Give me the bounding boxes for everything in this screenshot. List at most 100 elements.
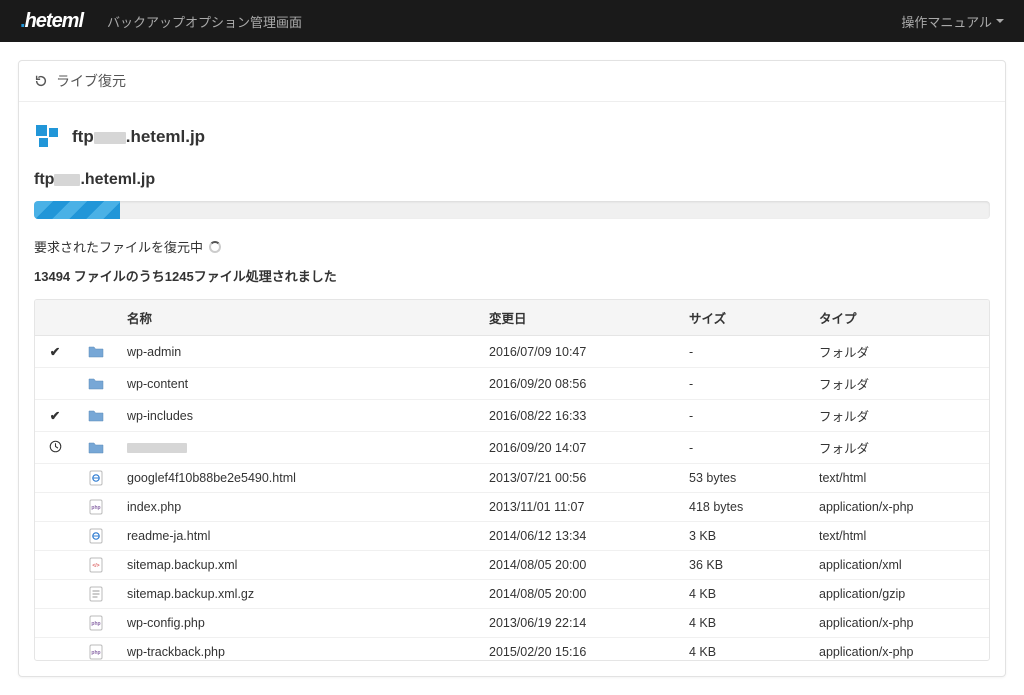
folder-icon — [88, 408, 104, 424]
row-size: 4 KB — [679, 580, 809, 609]
col-name-header[interactable]: 名称 — [117, 300, 479, 336]
row-type: application/xml — [809, 551, 989, 580]
row-status — [35, 464, 75, 493]
row-date: 2014/08/05 20:00 — [479, 580, 679, 609]
server-row: ftp.heteml.jp — [34, 123, 990, 151]
check-icon: ✔ — [50, 409, 60, 423]
row-status — [35, 638, 75, 661]
row-size: 4 KB — [679, 609, 809, 638]
clock-icon — [49, 442, 62, 456]
row-date: 2013/11/01 11:07 — [479, 493, 679, 522]
row-type: フォルダ — [809, 368, 989, 400]
svg-text:</>: </> — [92, 563, 99, 569]
row-date: 2014/06/12 13:34 — [479, 522, 679, 551]
row-type: application/x-php — [809, 493, 989, 522]
xml-icon: </> — [88, 557, 104, 573]
row-name: sitemap.backup.xml.gz — [117, 580, 479, 609]
folder-icon — [88, 440, 104, 456]
table-row[interactable]: 2016/09/20 14:07-フォルダ — [35, 432, 989, 464]
svg-text:php: php — [91, 505, 100, 511]
row-type: フォルダ — [809, 336, 989, 368]
row-type: フォルダ — [809, 432, 989, 464]
table-row[interactable]: ✔wp-includes2016/08/22 16:33-フォルダ — [35, 400, 989, 432]
table-row[interactable]: php index.php2013/11/01 11:07418 bytesapp… — [35, 493, 989, 522]
progress-bar — [34, 201, 990, 219]
server-title: ftp.heteml.jp — [72, 127, 205, 147]
check-icon: ✔ — [50, 345, 60, 359]
table-row[interactable]: googlef4f10b88be2e5490.html2013/07/21 00… — [35, 464, 989, 493]
row-size: - — [679, 400, 809, 432]
row-status — [35, 493, 75, 522]
row-size: - — [679, 368, 809, 400]
row-type: text/html — [809, 464, 989, 493]
main-panel: ライブ復元 ftp.heteml.jp ftp.heteml.jp 要求されたフ… — [18, 60, 1006, 677]
row-date: 2016/08/22 16:33 — [479, 400, 679, 432]
spinner-icon — [209, 241, 221, 253]
row-date: 2016/09/20 14:07 — [479, 432, 679, 464]
gz-icon — [88, 586, 104, 602]
row-status — [35, 522, 75, 551]
row-name: index.php — [117, 493, 479, 522]
row-name: wp-trackback.php — [117, 638, 479, 661]
row-size: 3 KB — [679, 522, 809, 551]
row-icon: </> — [75, 551, 117, 580]
panel-header: ライブ復元 — [19, 61, 1005, 102]
col-date-header[interactable]: 変更日 — [479, 300, 679, 336]
table-row[interactable]: wp-content2016/09/20 08:56-フォルダ — [35, 368, 989, 400]
row-name — [117, 432, 479, 464]
logo[interactable]: .heteml — [20, 10, 83, 33]
col-type-header[interactable]: タイプ — [809, 300, 989, 336]
row-name: sitemap.backup.xml — [117, 551, 479, 580]
panel-title: ライブ復元 — [56, 71, 126, 91]
row-icon: php — [75, 609, 117, 638]
col-size-header[interactable]: サイズ — [679, 300, 809, 336]
row-size: 418 bytes — [679, 493, 809, 522]
progress-count: 13494 ファイルのうち1245ファイル処理されました — [34, 266, 990, 285]
table-row[interactable]: phpwp-trackback.php2015/02/20 15:164 KBa… — [35, 638, 989, 661]
row-icon — [75, 464, 117, 493]
php-icon: php — [88, 644, 104, 660]
table-row[interactable]: sitemap.backup.xml.gz2014/08/05 20:004 K… — [35, 580, 989, 609]
row-icon: php — [75, 638, 117, 661]
row-name: wp-content — [117, 368, 479, 400]
row-type: text/html — [809, 522, 989, 551]
row-name: wp-config.php — [117, 609, 479, 638]
row-icon — [75, 580, 117, 609]
manual-link[interactable]: 操作マニュアル — [901, 12, 1004, 31]
row-name: wp-admin — [117, 336, 479, 368]
row-size: 36 KB — [679, 551, 809, 580]
row-size: - — [679, 432, 809, 464]
row-status: ✔ — [35, 336, 75, 368]
svg-text:php: php — [91, 621, 100, 627]
file-scroll[interactable]: 名称 変更日 サイズ タイプ ✔wp-admin2016/07/09 10:47… — [35, 300, 989, 660]
table-row[interactable]: php wp-config.php2013/06/19 22:144 KBappl… — [35, 609, 989, 638]
row-name: wp-includes — [117, 400, 479, 432]
row-size: - — [679, 336, 809, 368]
refresh-icon — [34, 74, 48, 88]
table-header-row: 名称 変更日 サイズ タイプ — [35, 300, 989, 336]
file-table-wrap: 名称 変更日 サイズ タイプ ✔wp-admin2016/07/09 10:47… — [34, 299, 990, 661]
nav-subtitle: バックアップオプション管理画面 — [107, 12, 302, 31]
row-type: application/gzip — [809, 580, 989, 609]
table-row[interactable]: readme-ja.html2014/06/12 13:343 KBtext/h… — [35, 522, 989, 551]
svg-text:php: php — [91, 650, 100, 656]
row-date: 2013/07/21 00:56 — [479, 464, 679, 493]
row-icon — [75, 522, 117, 551]
row-type: application/x-php — [809, 609, 989, 638]
row-status — [35, 432, 75, 464]
row-status — [35, 368, 75, 400]
row-status — [35, 609, 75, 638]
server-icon — [34, 123, 62, 151]
table-row[interactable]: </> sitemap.backup.xml2014/08/05 20:0036 … — [35, 551, 989, 580]
row-date: 2013/06/19 22:14 — [479, 609, 679, 638]
html-icon — [88, 528, 104, 544]
status-line: 要求されたファイルを復元中 — [34, 237, 990, 256]
row-name: readme-ja.html — [117, 522, 479, 551]
row-icon — [75, 336, 117, 368]
table-row[interactable]: ✔wp-admin2016/07/09 10:47-フォルダ — [35, 336, 989, 368]
folder-icon — [88, 376, 104, 392]
row-status — [35, 580, 75, 609]
php-icon: php — [88, 499, 104, 515]
row-date: 2014/08/05 20:00 — [479, 551, 679, 580]
file-table: 名称 変更日 サイズ タイプ ✔wp-admin2016/07/09 10:47… — [35, 300, 989, 660]
